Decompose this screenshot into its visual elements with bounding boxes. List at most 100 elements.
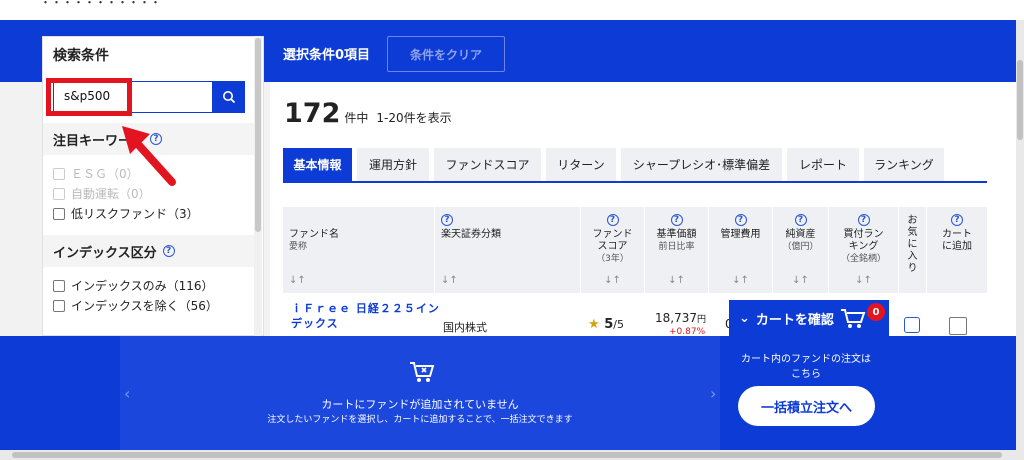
filter-label: インデックスを除く（56）	[71, 299, 218, 313]
col-cart: ? カートに追加	[927, 207, 987, 293]
fund-name-link[interactable]: ｉＦｒｅｅ 日経２２５インデックス	[291, 301, 441, 331]
highlight-box	[46, 78, 132, 116]
fund-category: 国内株式	[443, 321, 487, 334]
col-label: 楽天証券分類	[441, 229, 501, 240]
col-sub: 愛称	[289, 242, 308, 252]
fund-price-unit: 円	[697, 315, 707, 325]
col-fund-name: ファンド名愛称 ↓↑	[283, 207, 435, 293]
tab-report[interactable]: レポート	[787, 148, 859, 181]
checkbox[interactable]	[53, 167, 65, 180]
col-label: 管理費用	[720, 229, 761, 240]
col-category: ? 楽天証券分類 ↓↑	[435, 207, 581, 293]
index-section-header: インデックス区分 ?	[43, 235, 255, 267]
fund-score: ★ 5/5	[588, 317, 624, 332]
search-button[interactable]	[213, 81, 245, 113]
col-ranking: ? 買付ランキング （全銘柄） ↓↑	[829, 207, 899, 293]
result-count: 172 件中 1-20件を表示	[284, 98, 452, 129]
tab-ranking[interactable]: ランキング	[864, 148, 944, 181]
help-icon[interactable]: ?	[441, 214, 453, 226]
fund-price-value: 18,737	[655, 311, 697, 325]
help-icon[interactable]: ?	[162, 245, 175, 257]
result-range: 1-20件を表示	[376, 111, 452, 125]
cart-tab-label: カートを確認	[755, 312, 834, 328]
col-sub: （3年）	[596, 254, 629, 264]
cart-check-tab[interactable]: ⌄ カートを確認	[729, 300, 889, 336]
cart-icon	[840, 309, 866, 328]
sort-icon[interactable]: ↓↑	[773, 275, 828, 286]
filter-label: インデックスのみ（116）	[71, 279, 214, 293]
page-scrollbar-vertical[interactable]	[1016, 20, 1024, 450]
fund-price: 18,737円	[655, 311, 706, 325]
chevron-down-icon: ⌄	[739, 310, 750, 326]
cart-empty-title: カートにファンドが追加されていません	[321, 398, 519, 411]
selected-conditions-label: 選択条件0項目	[283, 48, 371, 63]
tab-return[interactable]: リターン	[546, 148, 616, 181]
filter-exclude-index[interactable]: インデックスを除く（56）	[53, 297, 218, 314]
cart-list-area	[120, 336, 720, 450]
col-label: ファンド名	[289, 229, 339, 240]
fund-score-max: /5	[613, 318, 624, 331]
sidebar-title: 検索条件	[53, 48, 109, 64]
help-icon[interactable]: ?	[670, 214, 683, 226]
highlight-arrow-icon	[122, 126, 176, 186]
filter-index-only[interactable]: インデックスのみ（116）	[53, 277, 214, 294]
sort-icon[interactable]: ↓↑	[581, 275, 644, 286]
col-sub: 前日比率	[658, 242, 695, 252]
sidebar-scrollbar[interactable]	[254, 36, 262, 336]
checkbox[interactable]	[53, 207, 65, 220]
col-fund-score: ? ファンドスコア （3年） ↓↑	[581, 207, 645, 293]
clear-conditions-button[interactable]: 条件をクリア	[387, 36, 505, 72]
scroll-thumb[interactable]	[1017, 60, 1023, 140]
help-icon[interactable]: ?	[857, 214, 870, 226]
tab-policy[interactable]: 運用方針	[357, 148, 429, 181]
col-label: 純資産	[785, 229, 816, 240]
col-sub: （億円）	[782, 242, 819, 252]
col-label: ファンドスコア	[592, 229, 633, 252]
help-icon[interactable]: ?	[794, 214, 807, 226]
chevron-left-icon[interactable]: ‹	[124, 384, 130, 403]
col-assets: ? 純資産 （億円） ↓↑	[773, 207, 829, 293]
sort-icon[interactable]: ↓↑	[829, 275, 898, 286]
chevron-right-icon[interactable]: ›	[710, 384, 716, 403]
sort-icon[interactable]: ↓↑	[709, 275, 772, 286]
add-to-cart-checkbox[interactable]	[949, 317, 967, 335]
tab-underline	[283, 181, 987, 183]
col-sub: （全銘柄）	[840, 254, 886, 264]
col-price: ? 基準価額前日比率 ↓↑	[645, 207, 709, 293]
sort-icon[interactable]: ↓↑	[289, 275, 306, 286]
col-label: 基準価額	[656, 229, 697, 240]
tab-fund-score[interactable]: ファンドスコア	[434, 148, 541, 181]
cart-order-note: カート内のファンドの注文はこちら	[741, 354, 871, 380]
filter-label: 低リスクファンド（3）	[71, 207, 199, 221]
col-label: カートに追加	[942, 229, 972, 252]
star-icon: ★	[588, 317, 600, 332]
cart-empty-subtitle: 注文したいファンドを選択し、カートに追加することで、一括注文できます	[267, 415, 573, 425]
scroll-thumb[interactable]	[12, 452, 1002, 458]
favorite-heart-icon[interactable]	[904, 317, 920, 333]
help-icon[interactable]: ?	[606, 214, 619, 226]
col-label: お気に入り	[907, 215, 918, 274]
empty-cart-icon	[410, 362, 435, 382]
result-count-number: 172	[284, 98, 341, 129]
sort-icon[interactable]: ↓↑	[441, 275, 458, 286]
help-icon[interactable]: ?	[734, 214, 747, 226]
table-header: ファンド名 愛称 ↓↑ ? 楽天証券分類 ↓↑ ? ファンドスコア （3年） ↓↑ …	[283, 207, 987, 293]
fund-score-value: 5	[604, 317, 614, 332]
tab-basic-info[interactable]: 基本情報	[283, 148, 352, 181]
col-label: 買付ランキング	[843, 229, 884, 252]
page-scrollbar-horizontal[interactable]	[0, 450, 1024, 460]
filter-low-risk[interactable]: 低リスクファンド（3）	[53, 205, 199, 222]
col-fee: ? 管理費用 ↓↑	[709, 207, 773, 293]
index-section-title: インデックス区分	[53, 245, 157, 261]
sidebar-scroll-thumb[interactable]	[255, 38, 261, 232]
tab-sharpe[interactable]: シャープレシオ･標準偏差	[621, 148, 782, 181]
checkbox[interactable]	[53, 187, 65, 200]
bulk-order-button[interactable]: 一括積立注文へ	[738, 386, 875, 426]
help-icon[interactable]: ?	[951, 214, 963, 226]
result-count-unit: 件中	[344, 111, 369, 125]
cart-count-badge: 0	[867, 303, 885, 321]
checkbox[interactable]	[53, 279, 65, 292]
checkbox[interactable]	[53, 299, 65, 312]
top-strip: ・・・・・・・・・・・	[0, 0, 1024, 20]
sort-icon[interactable]: ↓↑	[645, 275, 708, 286]
